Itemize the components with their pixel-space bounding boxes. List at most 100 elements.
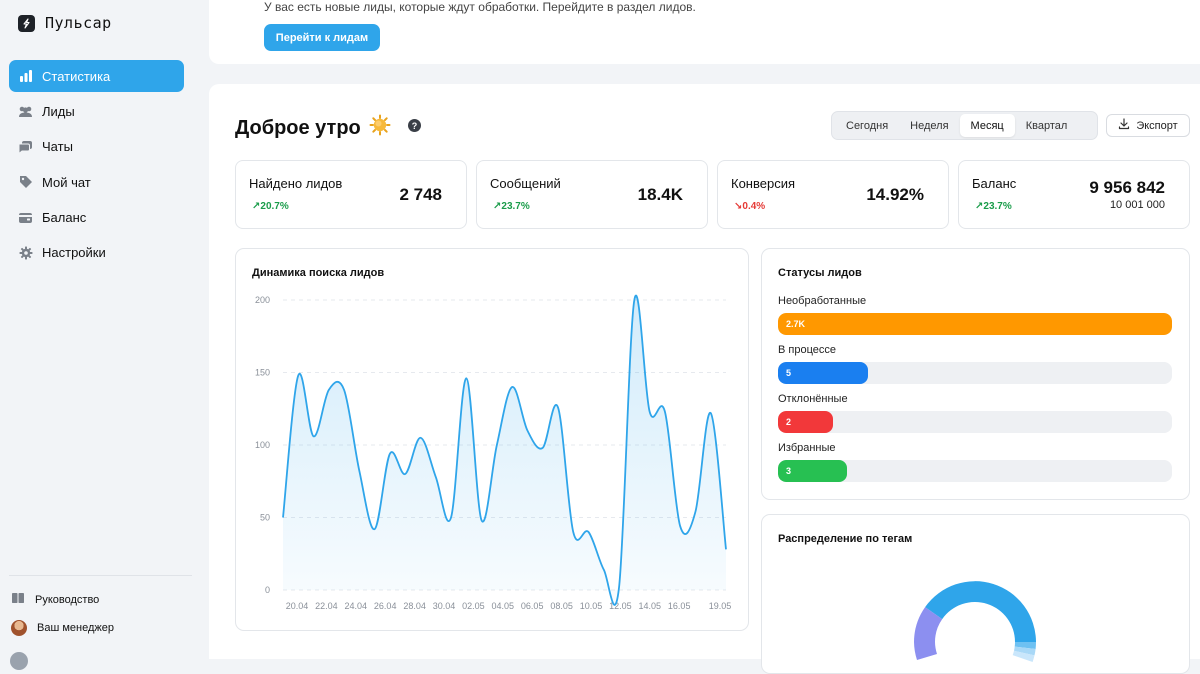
status-bar: 5 <box>778 362 868 384</box>
sidebar-item-settings[interactable]: Настройки <box>9 237 184 269</box>
kpi-delta: ↗20.7% <box>252 201 289 212</box>
kpi-leads-found: Найдено лидов ↗20.7% 2 748 <box>235 160 467 229</box>
x-tick-label: 26.04 <box>374 601 397 611</box>
x-tick-label: 08.05 <box>550 601 573 611</box>
status-track: 2.7K <box>778 313 1172 335</box>
download-icon <box>1118 118 1130 133</box>
status-bar: 2.7K <box>778 313 1172 335</box>
x-tick-label: 10.05 <box>580 601 603 611</box>
x-tick-label: 06.05 <box>521 601 544 611</box>
status-track: 3 <box>778 460 1172 482</box>
book-icon <box>11 592 25 607</box>
x-tick-label: 02.05 <box>462 601 485 611</box>
avatar <box>11 620 27 636</box>
tags-distribution-card: Распределение по тегам <box>761 514 1190 674</box>
brand[interactable]: Пульсар <box>18 14 112 32</box>
greeting-text: Доброе утро <box>235 117 361 140</box>
kpi-label: Найдено лидов <box>249 176 342 191</box>
sidebar-nav: Статистика Лиды Чаты Мой чат Баланс <box>9 60 184 272</box>
sidebar-item-chats[interactable]: Чаты <box>9 131 184 163</box>
status-bar: 3 <box>778 460 847 482</box>
dashboard-panel: Доброе утро ? Сегодня Неделя Месяц Кварт… <box>209 84 1200 659</box>
bar-chart-icon <box>18 69 33 84</box>
kpi-label: Конверсия <box>731 176 795 191</box>
brand-name: Пульсар <box>45 14 112 32</box>
kpi-value: 18.4K <box>638 185 683 205</box>
sidebar-item-my-chat[interactable]: Мой чат <box>9 166 184 198</box>
sidebar-divider <box>9 575 192 576</box>
status-unprocessed[interactable]: Необработанные 2.7K <box>778 295 1172 335</box>
bolt-icon <box>18 15 35 32</box>
guide-label: Руководство <box>35 594 99 606</box>
chat-icon <box>18 139 33 154</box>
lead-statuses-card: Статусы лидов Необработанные 2.7K В проц… <box>761 248 1190 500</box>
donut-segment <box>925 581 1036 642</box>
tags-donut-chart <box>762 515 1190 674</box>
period-switcher: Сегодня Неделя Месяц Квартал <box>831 111 1098 140</box>
users-icon <box>18 104 33 119</box>
sidebar-item-balance[interactable]: Баланс <box>9 202 184 234</box>
manager-label: Ваш менеджер <box>37 622 114 634</box>
kpi-conversion: Конверсия ↘0.4% 14.92% <box>717 160 949 229</box>
status-name: Избранные <box>778 442 1172 454</box>
manager-link[interactable]: Ваш менеджер <box>11 620 114 636</box>
greeting: Доброе утро <box>235 114 391 142</box>
sidebar-item-label: Чаты <box>42 139 73 154</box>
status-in-progress[interactable]: В процессе 5 <box>778 344 1172 384</box>
y-tick-label: 150 <box>255 368 270 378</box>
status-track: 2 <box>778 411 1172 433</box>
x-tick-label: 28.04 <box>403 601 426 611</box>
period-quarter[interactable]: Квартал <box>1015 114 1079 137</box>
donut-segment <box>914 642 937 660</box>
x-tick-label: 19.05 <box>709 601 732 611</box>
sidebar-item-statistics[interactable]: Статистика <box>9 60 184 92</box>
y-tick-label: 50 <box>260 513 270 523</box>
kpi-label: Баланс <box>972 176 1016 191</box>
sidebar-item-label: Мой чат <box>42 175 91 190</box>
wallet-icon <box>18 210 33 225</box>
kpi-balance: Баланс ↗23.7% 9 956 842 10 001 000 <box>958 160 1190 229</box>
banner-text: У вас есть новые лиды, которые ждут обра… <box>264 0 696 14</box>
kpi-delta: ↗23.7% <box>493 201 530 212</box>
x-tick-label: 22.04 <box>315 601 338 611</box>
series-area <box>283 296 726 605</box>
user-avatar[interactable] <box>10 652 28 670</box>
kpi-messages: Сообщений ↗23.7% 18.4K <box>476 160 708 229</box>
kpi-delta: ↗23.7% <box>975 201 1012 212</box>
gear-icon <box>18 245 33 260</box>
export-button[interactable]: Экспорт <box>1106 114 1190 137</box>
y-tick-label: 100 <box>255 440 270 450</box>
leads-dynamics-chart: 05010015020020.0422.0424.0426.0428.0430.… <box>236 249 750 632</box>
kpi-value: 14.92% <box>866 185 924 205</box>
status-bar: 2 <box>778 411 833 433</box>
statuses-title: Статусы лидов <box>778 267 862 279</box>
x-tick-label: 24.04 <box>345 601 368 611</box>
kpi-delta: ↘0.4% <box>734 201 765 212</box>
x-tick-label: 30.04 <box>433 601 456 611</box>
status-favorites[interactable]: Избранные 3 <box>778 442 1172 482</box>
export-label: Экспорт <box>1136 120 1177 132</box>
period-month[interactable]: Месяц <box>960 114 1015 137</box>
sidebar-item-label: Статистика <box>42 69 110 84</box>
x-tick-label: 04.05 <box>492 601 515 611</box>
status-rejected[interactable]: Отклонённые 2 <box>778 393 1172 433</box>
new-leads-banner: У вас есть новые лиды, которые ждут обра… <box>209 0 1200 64</box>
go-to-leads-button[interactable]: Перейти к лидам <box>264 24 380 51</box>
period-week[interactable]: Неделя <box>899 114 959 137</box>
leads-dynamics-card: Динамика поиска лидов 05010015020020.042… <box>235 248 749 631</box>
sidebar-item-leads[interactable]: Лиды <box>9 95 184 127</box>
sidebar-item-label: Лиды <box>42 104 75 119</box>
kpi-value: 2 748 <box>399 185 442 205</box>
status-name: Необработанные <box>778 295 1172 307</box>
x-tick-label: 14.05 <box>639 601 662 611</box>
kpi-label: Сообщений <box>490 176 561 191</box>
tag-icon <box>18 175 33 190</box>
guide-link[interactable]: Руководство <box>11 592 99 607</box>
x-tick-label: 16.05 <box>668 601 691 611</box>
kpi-value: 9 956 842 <box>1089 178 1165 198</box>
period-today[interactable]: Сегодня <box>835 114 899 137</box>
help-icon[interactable]: ? <box>408 119 421 132</box>
status-name: В процессе <box>778 344 1172 356</box>
y-tick-label: 200 <box>255 295 270 305</box>
x-tick-label: 20.04 <box>286 601 309 611</box>
